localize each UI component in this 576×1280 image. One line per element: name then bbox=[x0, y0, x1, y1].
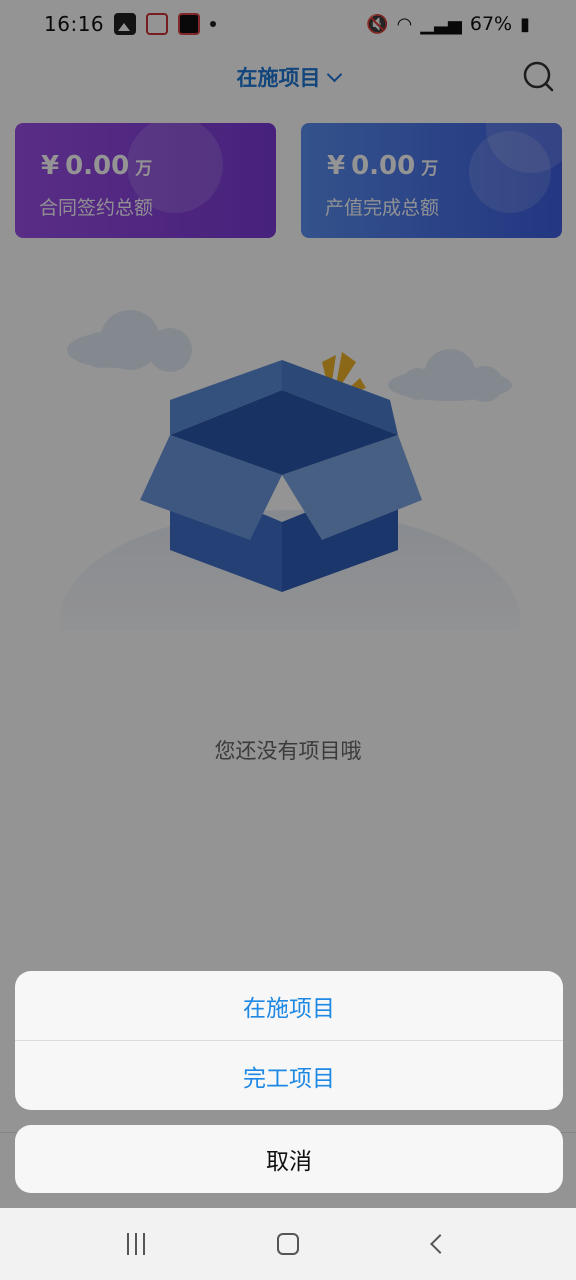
option-in-progress-projects[interactable]: 在施项目 bbox=[15, 971, 563, 1040]
option-completed-projects[interactable]: 完工项目 bbox=[15, 1041, 563, 1110]
action-sheet: 在施项目 完工项目 bbox=[15, 971, 563, 1110]
back-icon bbox=[430, 1234, 450, 1254]
back-button[interactable] bbox=[410, 1219, 470, 1269]
app-screen: 16:16 🔇 ◠ ▁▃▅ 67% ▮ 在施项目 ¥ 0.00 万 合同签约总额… bbox=[0, 0, 576, 1280]
recent-apps-icon bbox=[127, 1233, 145, 1255]
recent-apps-button[interactable] bbox=[106, 1219, 166, 1269]
home-icon bbox=[277, 1233, 299, 1255]
cancel-button[interactable]: 取消 bbox=[15, 1125, 563, 1193]
home-button[interactable] bbox=[258, 1219, 318, 1269]
system-nav-bar bbox=[0, 1208, 576, 1280]
